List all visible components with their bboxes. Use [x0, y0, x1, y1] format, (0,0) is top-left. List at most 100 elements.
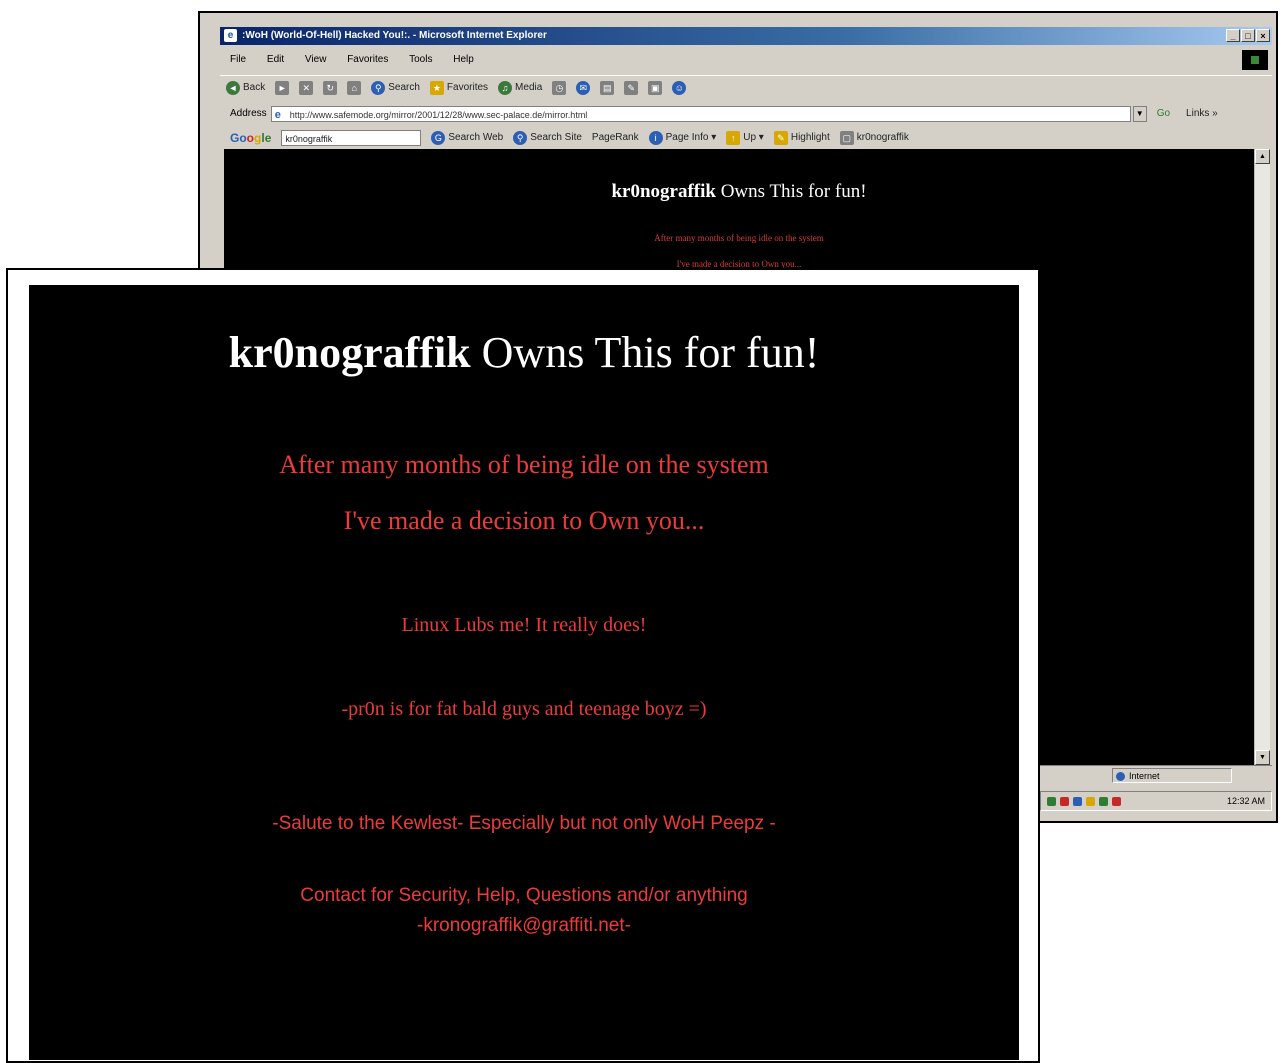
search-web-button[interactable]: G Search Web: [431, 127, 503, 149]
address-dropdown-icon[interactable]: ▼: [1132, 106, 1147, 122]
tray-icon[interactable]: [1086, 796, 1095, 806]
media-label: Media: [515, 81, 543, 93]
tray-icon[interactable]: [1099, 796, 1108, 806]
contact-line: Contact for Security, Help, Questions an…: [300, 885, 748, 906]
address-input[interactable]: http://www.safemode.org/mirror/2001/12/2…: [270, 106, 1131, 122]
mail-icon: ✉: [576, 80, 591, 95]
word-find-label: kr0nograffik: [856, 132, 909, 143]
search-web-label: Search Web: [448, 132, 504, 143]
title-handle: kr0nograffik: [228, 328, 471, 377]
standard-toolbar: ◄ Back ► ✕ ↻ ⌂ ⚲ Search ★ Favorites ♫ Me…: [220, 75, 1272, 99]
small-title-handle: kr0nograffik: [611, 181, 716, 202]
tray-icon[interactable]: [1112, 796, 1121, 806]
messenger-icon: ☺: [672, 80, 687, 95]
menu-favorites[interactable]: Favorites: [347, 54, 388, 65]
edit-icon: ✎: [624, 80, 639, 95]
edit-button[interactable]: ✎: [624, 80, 639, 95]
window-title: :WoH (World-Of-Hell) Hacked You!:. - Mic…: [242, 30, 547, 41]
tray-icon[interactable]: [1060, 796, 1069, 806]
windows-logo-icon: [1242, 50, 1268, 70]
google-logo-part: Go: [230, 131, 247, 145]
close-button[interactable]: ×: [1256, 29, 1270, 42]
highlight-label: Highlight: [790, 132, 830, 143]
small-page-title: kr0nograffik Owns This for fun!: [224, 181, 1254, 203]
pagerank-button[interactable]: PageRank: [592, 127, 639, 149]
address-label: Address: [230, 108, 267, 119]
highlight-icon: ✎: [773, 131, 788, 145]
page-info-label: Page Info ▾: [665, 132, 717, 143]
maximize-button[interactable]: □: [1241, 29, 1255, 42]
media-button[interactable]: ♫ Media: [498, 76, 542, 100]
security-zone: Internet: [1112, 768, 1232, 783]
media-icon: ♫: [498, 80, 513, 95]
menu-edit[interactable]: Edit: [267, 54, 284, 65]
menu-view[interactable]: View: [305, 54, 327, 65]
stop-button[interactable]: ✕: [299, 80, 314, 95]
go-button[interactable]: Go: [1157, 103, 1170, 125]
discuss-button[interactable]: ▣: [648, 80, 663, 95]
internet-explorer-icon: e: [224, 29, 237, 42]
page-info-button[interactable]: i Page Info ▾: [648, 127, 717, 149]
scroll-up-icon[interactable]: ▲: [1255, 149, 1270, 164]
back-button[interactable]: ◄ Back: [226, 76, 265, 100]
print-icon: ▤: [600, 80, 615, 95]
menu-file[interactable]: File: [230, 54, 246, 65]
search-site-icon: ⚲: [513, 131, 528, 145]
small-page-line-1: After many months of being idle on the s…: [654, 233, 824, 243]
tray-icon[interactable]: [1047, 796, 1056, 806]
message-line-3: Linux Lubs me! It really does!: [401, 614, 647, 636]
search-site-button[interactable]: ⚲ Search Site: [513, 127, 582, 149]
message-line-1: After many months of being idle on the s…: [279, 450, 769, 479]
search-button[interactable]: ⚲ Search: [371, 76, 420, 100]
word-find-button[interactable]: ▢ kr0nograffik: [839, 127, 909, 149]
forward-button[interactable]: ►: [275, 80, 290, 95]
discuss-icon: ▣: [648, 80, 663, 95]
contact-email[interactable]: -kronograffik@graffiti.net-: [29, 915, 1019, 937]
favorites-button[interactable]: ★ Favorites: [429, 76, 489, 100]
page-title: kr0nograffik Owns This for fun!: [29, 327, 1019, 378]
print-button[interactable]: ▤: [600, 80, 615, 95]
mail-button[interactable]: ✉: [576, 80, 591, 95]
forward-icon: ►: [275, 80, 290, 95]
menu-tools[interactable]: Tools: [409, 54, 432, 65]
google-search-input[interactable]: kr0nograffik: [281, 130, 422, 146]
small-title-rest: Owns This for fun!: [715, 181, 867, 202]
google-logo[interactable]: Google: [230, 127, 271, 149]
address-bar: Address http://www.safemode.org/mirror/2…: [220, 103, 1272, 125]
title-rest: Owns This for fun!: [470, 328, 820, 377]
history-button[interactable]: ◷: [552, 80, 567, 95]
search-label: Search: [388, 81, 420, 93]
word-find-icon: ▢: [839, 131, 854, 145]
clock[interactable]: 12:32 AM: [1227, 789, 1265, 813]
links-button[interactable]: Links »: [1186, 103, 1218, 125]
up-icon: ↑: [726, 131, 741, 145]
menu-bar: File Edit View Favorites Tools Help: [220, 49, 1272, 71]
google-logo-part: le: [261, 131, 272, 145]
title-bar: e :WoH (World-Of-Hell) Hacked You!:. - M…: [220, 27, 1272, 45]
search-icon: ⚲: [371, 80, 386, 95]
back-label: Back: [243, 81, 266, 93]
home-button[interactable]: ⌂: [347, 80, 362, 95]
highlight-button[interactable]: ✎ Highlight: [773, 127, 830, 149]
history-icon: ◷: [552, 80, 567, 95]
tray-icon[interactable]: [1073, 796, 1082, 806]
scroll-down-icon[interactable]: ▼: [1255, 750, 1270, 765]
vertical-scrollbar[interactable]: ▲ ▼: [1254, 149, 1270, 765]
minimize-button[interactable]: _: [1226, 29, 1240, 42]
search-web-icon: G: [431, 131, 446, 145]
back-icon: ◄: [226, 80, 240, 95]
up-button[interactable]: ↑ Up ▾: [726, 127, 764, 149]
salute-line: -Salute to the Kewlest- Especially but n…: [272, 813, 776, 834]
home-icon: ⌂: [347, 80, 362, 95]
menu-help[interactable]: Help: [453, 54, 474, 65]
refresh-button[interactable]: ↻: [323, 80, 338, 95]
enlarged-page-frame: kr0nograffik Owns This for fun! After ma…: [6, 268, 1040, 1063]
messenger-button[interactable]: ☺: [672, 80, 687, 95]
google-logo-part: o: [246, 131, 255, 145]
message-line-4: -pr0n is for fat bald guys and teenage b…: [341, 698, 707, 720]
pagerank-label: PageRank: [591, 132, 639, 143]
favorites-label: Favorites: [446, 81, 489, 93]
google-toolbar: Google kr0nograffik G Search Web ⚲ Searc…: [220, 127, 1272, 149]
up-label: Up ▾: [743, 132, 764, 143]
refresh-icon: ↻: [323, 80, 338, 95]
